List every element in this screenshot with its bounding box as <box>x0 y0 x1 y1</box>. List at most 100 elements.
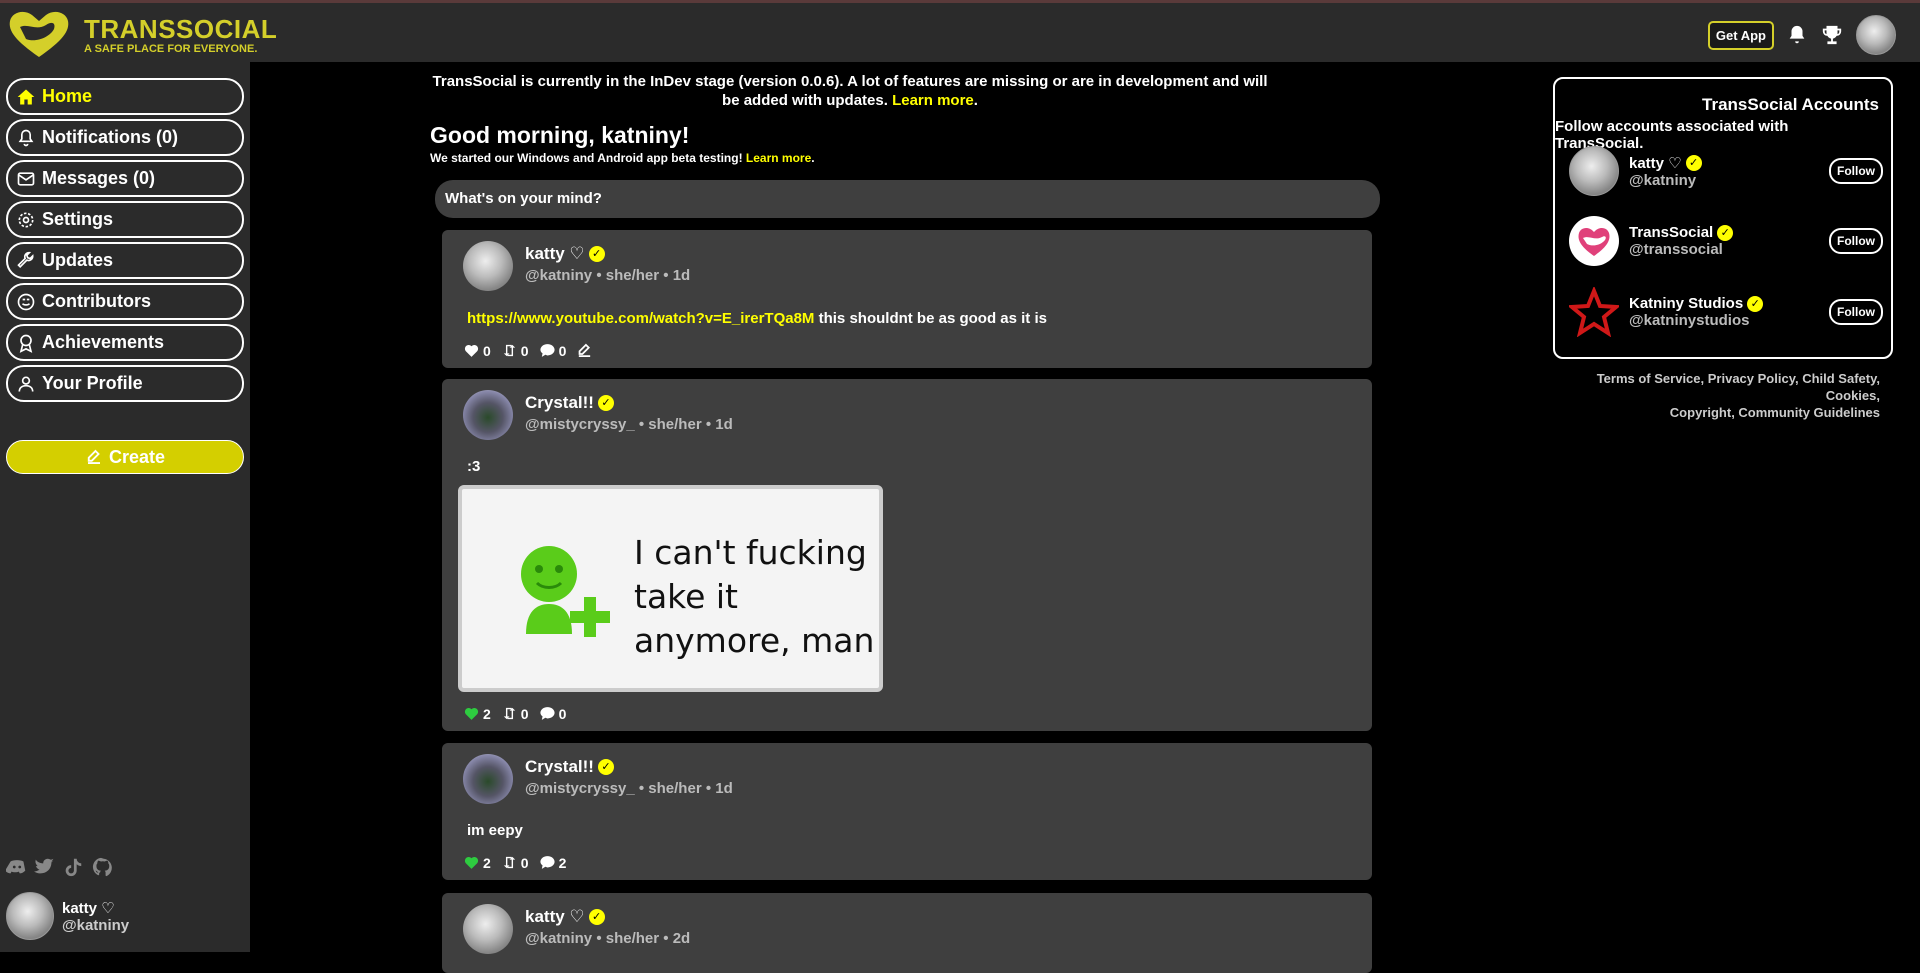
repost-button[interactable]: 0 <box>501 705 529 722</box>
comment-icon <box>540 344 555 357</box>
post-avatar[interactable] <box>463 754 513 804</box>
edit-icon <box>579 343 591 358</box>
post-avatar[interactable] <box>463 390 513 440</box>
post-link[interactable]: https://www.youtube.com/watch?v=E_irerTQ… <box>467 310 814 327</box>
account-item[interactable]: TransSocial ✓ @transsocial Follow <box>1569 216 1883 266</box>
profile-avatar[interactable] <box>1856 15 1896 55</box>
post-card[interactable]: Crystal!! ✓ @mistycryssy_ • she/her • 1d … <box>442 743 1372 880</box>
greeting-subtitle: We started our Windows and Android app b… <box>430 151 743 165</box>
nav-notifications[interactable]: Notifications (0) <box>6 119 244 156</box>
repost-button[interactable]: 0 <box>501 854 529 871</box>
account-avatar[interactable] <box>1569 146 1619 196</box>
post-avatar[interactable] <box>463 904 513 954</box>
follow-button[interactable]: Follow <box>1829 158 1883 184</box>
indev-notice: TransSocial is currently in the InDev st… <box>432 73 1268 109</box>
nav-updates[interactable]: Updates <box>6 242 244 279</box>
post-time: 2d <box>672 930 691 947</box>
greeting-title: Good morning, katniny! <box>430 122 690 148</box>
follow-button[interactable]: Follow <box>1829 299 1883 325</box>
repost-button[interactable]: 0 <box>501 342 529 359</box>
post-author-name[interactable]: Crystal!! <box>525 393 594 413</box>
nav-settings[interactable]: Settings <box>6 201 244 238</box>
post-avatar[interactable] <box>463 241 513 291</box>
account-item[interactable]: katty ♡ ✓ @katniny Follow <box>1569 146 1883 196</box>
account-handle: @katninystudios <box>1629 312 1750 329</box>
logo[interactable]: TRANSSOCIAL A SAFE PLACE FOR EVERYONE. <box>6 9 277 61</box>
footer-link[interactable]: Copyright <box>1670 405 1731 420</box>
post-author-name[interactable]: Crystal!! <box>525 757 594 777</box>
sidebar-user-name: katty ♡ <box>62 899 115 917</box>
like-button[interactable]: 2 <box>463 854 491 871</box>
nav-home[interactable]: Home <box>6 78 244 115</box>
sidebar-user[interactable]: katty ♡ @katniny <box>6 892 129 940</box>
like-button[interactable]: 2 <box>463 705 491 722</box>
footer-link[interactable]: Privacy Policy <box>1708 371 1795 386</box>
footer-links: Terms of Service, Privacy Policy, Child … <box>1596 371 1880 420</box>
notice-learn-more-link[interactable]: Learn more <box>892 92 974 109</box>
wrench-icon <box>17 251 34 268</box>
greeting-learn-more-link[interactable]: Learn more <box>746 151 811 165</box>
nav-messages[interactable]: Messages (0) <box>6 160 244 197</box>
post-author-name[interactable]: katty ♡ <box>525 244 585 264</box>
account-name[interactable]: Katniny Studios <box>1629 295 1743 312</box>
follow-button[interactable]: Follow <box>1829 228 1883 254</box>
comment-icon <box>540 707 555 720</box>
post-pronouns: she/her <box>605 930 660 947</box>
footer-link[interactable]: Terms of Service <box>1597 371 1701 386</box>
nav-achievements[interactable]: Achievements <box>6 324 244 361</box>
tiktok-icon[interactable] <box>62 856 84 878</box>
get-app-button[interactable]: Get App <box>1707 20 1774 50</box>
post-author-name[interactable]: katty ♡ <box>525 907 585 927</box>
verified-badge-icon: ✓ <box>588 246 605 262</box>
footer-link[interactable]: Cookies <box>1826 388 1877 403</box>
account-name[interactable]: TransSocial <box>1629 224 1713 241</box>
nav-profile[interactable]: Your Profile <box>6 365 244 402</box>
greeting: Good morning, katniny! We started our Wi… <box>430 122 815 165</box>
nav-contributors[interactable]: Contributors <box>6 283 244 320</box>
smile-icon <box>17 293 35 310</box>
edit-post-button[interactable] <box>576 342 593 359</box>
verified-badge-icon: ✓ <box>1717 224 1734 241</box>
post-image[interactable]: I can't fucking take it anymore, man <box>458 485 883 692</box>
transsocial-logo-icon[interactable] <box>1569 216 1619 266</box>
edit-icon <box>87 449 100 464</box>
post-card[interactable]: Crystal!! ✓ @mistycryssy_ • she/her • 1d … <box>442 379 1372 731</box>
like-button[interactable]: 0 <box>463 342 491 359</box>
repost-icon <box>503 707 515 720</box>
footer-link[interactable]: Child Safety <box>1802 371 1876 386</box>
bell-icon[interactable] <box>1786 24 1808 46</box>
post-image-caption: I can't fucking take it anymore, man <box>634 533 875 660</box>
star-logo-icon[interactable] <box>1569 287 1619 337</box>
repost-count: 0 <box>520 342 529 359</box>
footer-link[interactable]: Community Guidelines <box>1738 405 1880 420</box>
trophy-icon[interactable] <box>1820 24 1844 46</box>
post-card[interactable]: katty ♡ ✓ @katniny • she/her • 2d <box>442 893 1372 973</box>
account-item[interactable]: Katniny Studios ✓ @katninystudios Follow <box>1569 287 1883 337</box>
comment-button[interactable]: 0 <box>539 342 566 359</box>
accounts-panel-title: TransSocial Accounts <box>1702 95 1879 114</box>
comment-button[interactable]: 2 <box>539 854 566 871</box>
verified-badge-icon: ✓ <box>588 909 605 925</box>
heart-logo-icon <box>9 11 69 57</box>
post-text: im eepy <box>467 822 523 839</box>
post-pronouns: she/her <box>605 267 660 284</box>
post-time: 1d <box>715 416 733 433</box>
create-button[interactable]: Create <box>6 440 244 474</box>
post-actions: 2 0 0 <box>463 705 566 722</box>
post-handle: @katniny <box>525 267 593 284</box>
post-card[interactable]: katty ♡ ✓ @katniny • she/her • 1d https:/… <box>442 230 1372 368</box>
post-handle: @mistycryssy_ <box>525 780 635 797</box>
post-actions: 2 0 2 <box>463 854 566 871</box>
account-name[interactable]: katty ♡ <box>1629 154 1682 172</box>
twitter-icon[interactable] <box>34 856 56 878</box>
post-composer-input[interactable]: What's on your mind? <box>435 180 1380 218</box>
post-text: this shouldnt be as good as it is <box>818 310 1047 327</box>
discord-icon[interactable] <box>6 856 28 878</box>
account-handle: @transsocial <box>1629 241 1723 258</box>
accounts-panel: TransSocial Accounts Follow accounts ass… <box>1553 77 1893 359</box>
post-handle: @katniny <box>525 930 593 947</box>
comment-button[interactable]: 0 <box>539 705 567 722</box>
github-icon[interactable] <box>90 856 112 878</box>
repost-icon <box>503 344 515 357</box>
comment-count: 0 <box>558 705 567 722</box>
